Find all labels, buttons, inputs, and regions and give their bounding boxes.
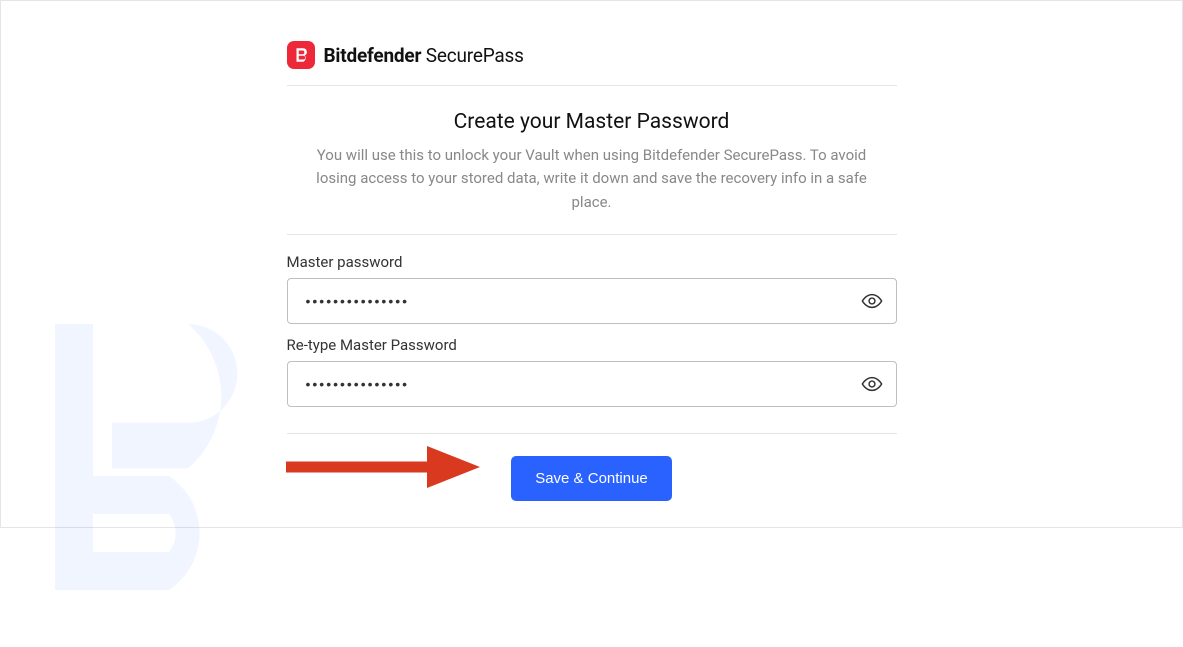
action-row: Save & Continue bbox=[287, 434, 897, 501]
retype-password-label: Re-type Master Password bbox=[287, 336, 897, 354]
page-subtitle: You will use this to unlock your Vault w… bbox=[297, 144, 887, 214]
retype-password-input-wrap bbox=[287, 361, 897, 407]
retype-password-group: Re-type Master Password bbox=[287, 336, 897, 407]
master-password-input[interactable] bbox=[287, 278, 897, 324]
toggle-visibility-retype[interactable] bbox=[859, 371, 885, 397]
onboarding-panel: Bitdefender SecurePass Create your Maste… bbox=[287, 1, 897, 501]
brand-header: Bitdefender SecurePass bbox=[287, 41, 897, 69]
master-password-input-wrap bbox=[287, 278, 897, 324]
brand-name: Bitdefender SecurePass bbox=[324, 44, 524, 67]
eye-icon bbox=[861, 290, 883, 312]
master-password-label: Master password bbox=[287, 253, 897, 271]
retype-password-input[interactable] bbox=[287, 361, 897, 407]
page-title: Create your Master Password bbox=[297, 110, 887, 134]
background-logo-watermark bbox=[0, 267, 321, 647]
bitdefender-logo-icon bbox=[287, 41, 315, 69]
heading-block: Create your Master Password You will use… bbox=[287, 86, 897, 234]
eye-icon bbox=[861, 373, 883, 395]
master-password-group: Master password bbox=[287, 253, 897, 324]
divider bbox=[287, 234, 897, 235]
toggle-visibility-master[interactable] bbox=[859, 288, 885, 314]
brand-name-bold: Bitdefender bbox=[324, 44, 422, 67]
save-continue-button[interactable]: Save & Continue bbox=[511, 456, 672, 501]
arrow-annotation-icon bbox=[282, 442, 482, 492]
brand-name-light: SecurePass bbox=[426, 44, 524, 67]
